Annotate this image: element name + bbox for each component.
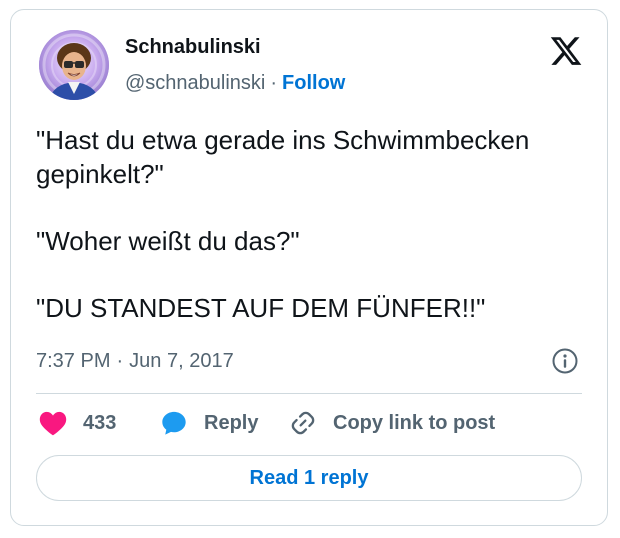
separator-dot: ·: [270, 72, 278, 94]
author-handle-line: @schnabulinski · Follow: [125, 72, 345, 95]
copy-link-button[interactable]: Copy link to post: [289, 407, 495, 439]
author-handle[interactable]: @schnabulinski: [125, 72, 265, 94]
info-icon[interactable]: [551, 347, 579, 375]
like-count: 433: [83, 411, 117, 434]
read-reply-label: Read 1 reply: [249, 466, 369, 489]
tweet-card: Schnabulinski @schnabulinski · Follow "Has…: [10, 9, 608, 526]
avatar[interactable]: [39, 30, 109, 100]
heart-icon: [39, 410, 67, 436]
x-logo-icon[interactable]: [549, 34, 583, 68]
author-display-name[interactable]: Schnabulinski: [125, 36, 261, 59]
tweet-line: "Hast du etwa gerade ins Schwimmbecken g…: [36, 125, 530, 189]
link-icon: [289, 409, 317, 437]
tweet-timestamp[interactable]: 7:37 PM · Jun 7, 2017: [36, 350, 234, 373]
reply-bubble-icon: [160, 409, 188, 437]
tweet-date: Jun 7, 2017: [129, 350, 234, 372]
copy-link-label: Copy link to post: [333, 411, 496, 434]
reply-label: Reply: [204, 411, 259, 434]
tweet-text: "Hast du etwa gerade ins Schwimmbecken g…: [36, 123, 586, 325]
tweet-line: "DU STANDEST AUF DEM FÜNFER!!": [36, 293, 486, 323]
divider: [36, 393, 582, 394]
tweet-time: 7:37 PM: [36, 350, 111, 372]
separator-dot: ·: [116, 350, 124, 372]
profile-photo: [39, 30, 109, 100]
read-reply-button[interactable]: Read 1 reply: [36, 455, 582, 501]
like-button[interactable]: 433: [39, 407, 116, 439]
tweet-line: "Woher weißt du das?": [36, 226, 300, 256]
reply-button[interactable]: Reply: [160, 407, 258, 439]
follow-button[interactable]: Follow: [282, 72, 345, 94]
